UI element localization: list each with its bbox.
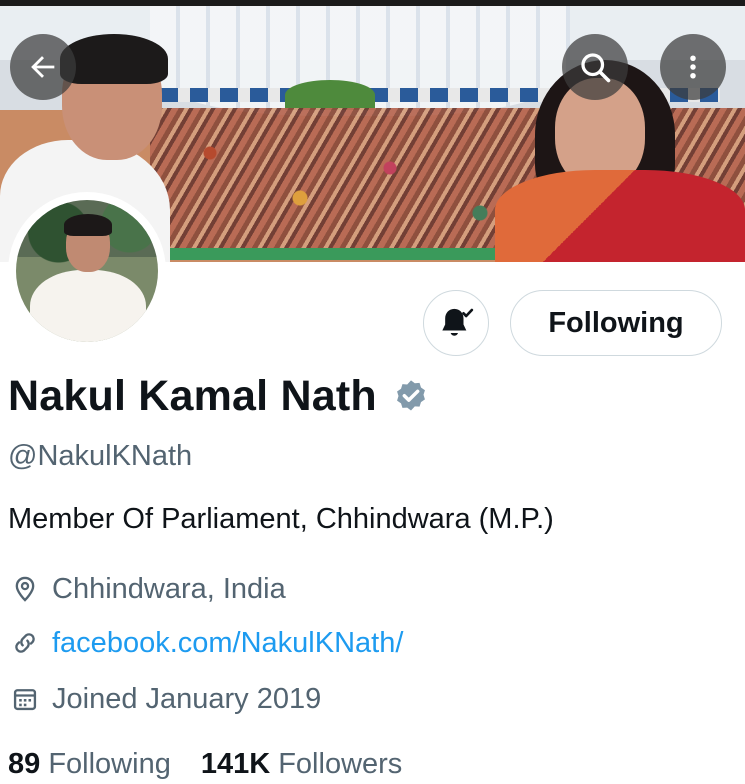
following-count: 89 (8, 748, 41, 780)
banner-rail (165, 248, 505, 260)
profile-handle: @NakulKNath (8, 440, 193, 472)
profile-bio: Member Of Parliament, Chhindwara (M.P.) (8, 503, 554, 535)
location-pin-icon (8, 572, 42, 606)
banner-hill (285, 80, 375, 110)
notifications-button[interactable] (423, 290, 489, 356)
profile-avatar[interactable] (8, 192, 166, 350)
profile-joined: Joined January 2019 (8, 682, 321, 716)
location-text: Chhindwara, India (52, 572, 286, 605)
bell-check-icon (442, 308, 474, 336)
followers-count: 141K (200, 748, 271, 780)
profile-name: Nakul Kamal Nath (8, 372, 377, 420)
avatar-photo (16, 200, 158, 342)
verified-badge-icon[interactable] (391, 377, 431, 417)
following-stat-link[interactable]: 89 Following (8, 748, 171, 781)
search-button[interactable] (562, 34, 628, 100)
profile-name-row: Nakul Kamal Nath (8, 372, 431, 421)
back-arrow-icon (31, 56, 55, 78)
back-button[interactable] (10, 34, 76, 100)
search-icon (581, 53, 611, 83)
website-link[interactable]: facebook.com/NakulKNath/ (52, 627, 403, 660)
more-vertical-icon (690, 55, 696, 79)
following-button[interactable]: Following (510, 290, 722, 356)
link-icon (8, 626, 42, 660)
following-stat-label: Following (48, 748, 171, 780)
followers-stat-label: Followers (278, 748, 403, 780)
profile-website[interactable]: facebook.com/NakulKNath/ (8, 626, 403, 660)
joined-text: Joined January 2019 (52, 682, 322, 715)
more-options-button[interactable] (660, 34, 726, 100)
calendar-icon (8, 682, 42, 716)
profile-location: Chhindwara, India (8, 572, 286, 606)
followers-stat-link[interactable]: 141K Followers (201, 748, 402, 781)
profile-stats: 89 Following 141K Followers (8, 748, 402, 781)
